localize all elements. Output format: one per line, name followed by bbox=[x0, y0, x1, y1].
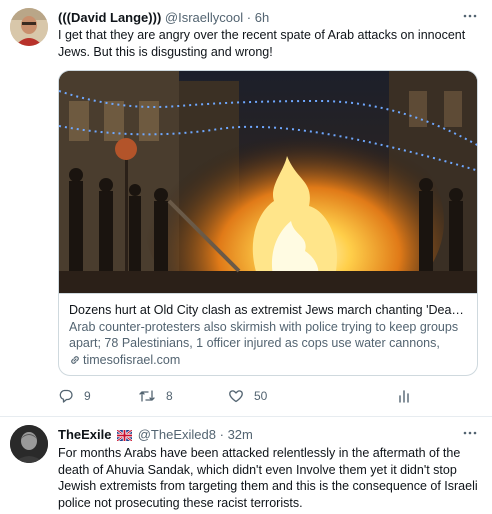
link-card[interactable]: Dozens hurt at Old City clash as extremi… bbox=[58, 70, 478, 376]
tweet-time[interactable]: 32m bbox=[228, 427, 253, 442]
tweet-text: For months Arabs have been attacked rele… bbox=[58, 446, 478, 510]
tweet-actions: 9 8 50 bbox=[58, 386, 418, 406]
retweet-count: 8 bbox=[166, 389, 173, 403]
link-icon bbox=[69, 354, 81, 370]
tweet[interactable]: TheExile @TheExiled8 · 32m For months Ar… bbox=[0, 417, 492, 514]
tweet-text: I get that they are angry over the recen… bbox=[58, 28, 466, 59]
more-icon[interactable] bbox=[462, 425, 478, 444]
heart-icon bbox=[228, 388, 244, 404]
reply-icon bbox=[58, 388, 74, 404]
separator-dot: · bbox=[219, 427, 224, 442]
card-domain: timesofisrael.com bbox=[69, 352, 467, 370]
analytics-icon bbox=[396, 388, 412, 404]
like-button[interactable]: 50 bbox=[228, 386, 267, 406]
tweet[interactable]: (((David Lange))) @Israellycool · 6h I g… bbox=[0, 0, 492, 417]
author-name[interactable]: TheExile bbox=[58, 427, 111, 442]
uk-flag-icon bbox=[116, 428, 133, 444]
card-domain-text: timesofisrael.com bbox=[83, 353, 181, 367]
separator-dot: · bbox=[246, 10, 252, 25]
retweet-icon bbox=[138, 388, 156, 404]
more-icon[interactable] bbox=[462, 8, 478, 27]
reply-button[interactable]: 9 bbox=[58, 386, 91, 406]
analytics-button[interactable] bbox=[396, 386, 412, 406]
retweet-button[interactable]: 8 bbox=[138, 386, 173, 406]
tweet-header: TheExile @TheExiled8 · 32m bbox=[58, 426, 462, 444]
card-description: Arab counter-protesters also skirmish wi… bbox=[69, 320, 459, 350]
like-count: 50 bbox=[254, 389, 268, 403]
author-handle[interactable]: @Israellycool bbox=[165, 10, 243, 25]
avatar[interactable] bbox=[10, 8, 48, 46]
card-body: Dozens hurt at Old City clash as extremi… bbox=[59, 293, 477, 375]
tweet-header: (((David Lange))) @Israellycool · 6h bbox=[58, 9, 462, 27]
author-name[interactable]: (((David Lange))) bbox=[58, 10, 161, 25]
author-handle[interactable]: @TheExiled8 bbox=[138, 427, 216, 442]
avatar[interactable] bbox=[10, 425, 48, 463]
card-image bbox=[59, 71, 477, 293]
tweet-time[interactable]: 6h bbox=[255, 10, 269, 25]
reply-count: 9 bbox=[84, 389, 91, 403]
card-title: Dozens hurt at Old City clash as extremi… bbox=[69, 303, 467, 317]
